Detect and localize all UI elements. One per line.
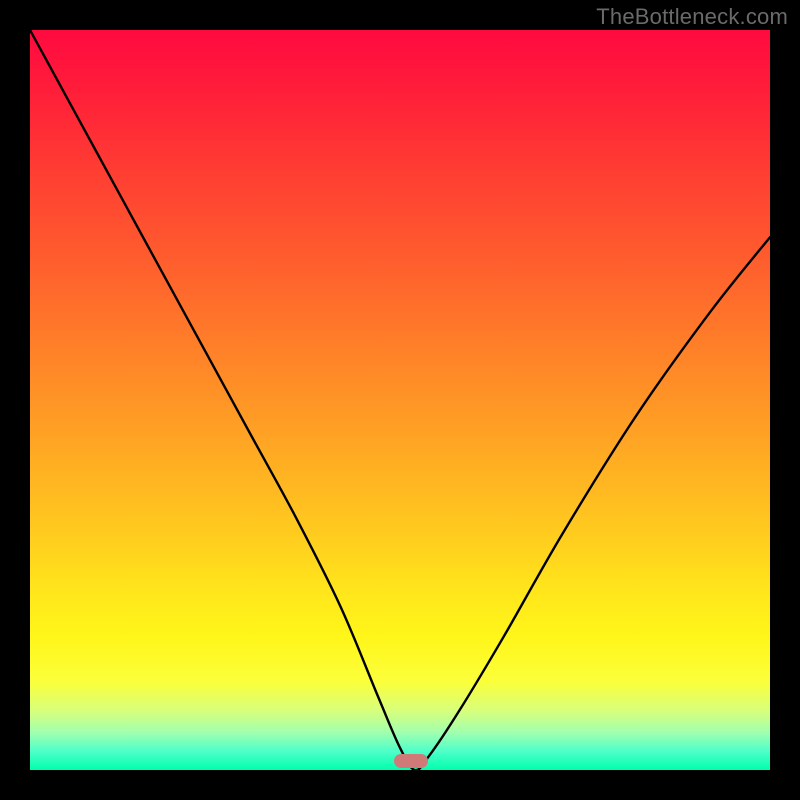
bottleneck-curve	[30, 30, 770, 770]
watermark-text: TheBottleneck.com	[596, 4, 788, 30]
optimal-marker	[394, 754, 428, 768]
chart-frame: TheBottleneck.com	[0, 0, 800, 800]
plot-area	[30, 30, 770, 770]
